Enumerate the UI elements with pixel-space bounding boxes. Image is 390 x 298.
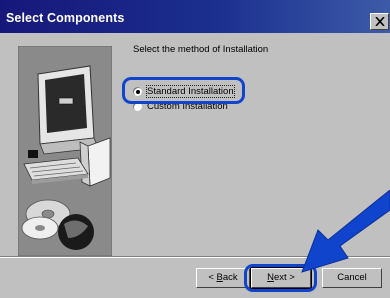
installer-illustration <box>18 46 112 256</box>
back-prefix: < <box>208 272 217 283</box>
install-method-prompt: Select the method of Installation <box>133 44 269 55</box>
title-bar[interactable]: Select Components <box>0 0 390 33</box>
back-label: ack <box>222 272 238 283</box>
window-title: Select Components <box>6 11 125 25</box>
standard-option-highlight <box>122 77 245 104</box>
back-button[interactable]: < Back <box>196 268 250 288</box>
pointer-arrow-icon <box>301 190 390 273</box>
close-icon <box>375 17 385 26</box>
select-components-dialog: Select Components Select the method of I… <box>0 0 390 298</box>
close-button[interactable] <box>370 13 389 30</box>
